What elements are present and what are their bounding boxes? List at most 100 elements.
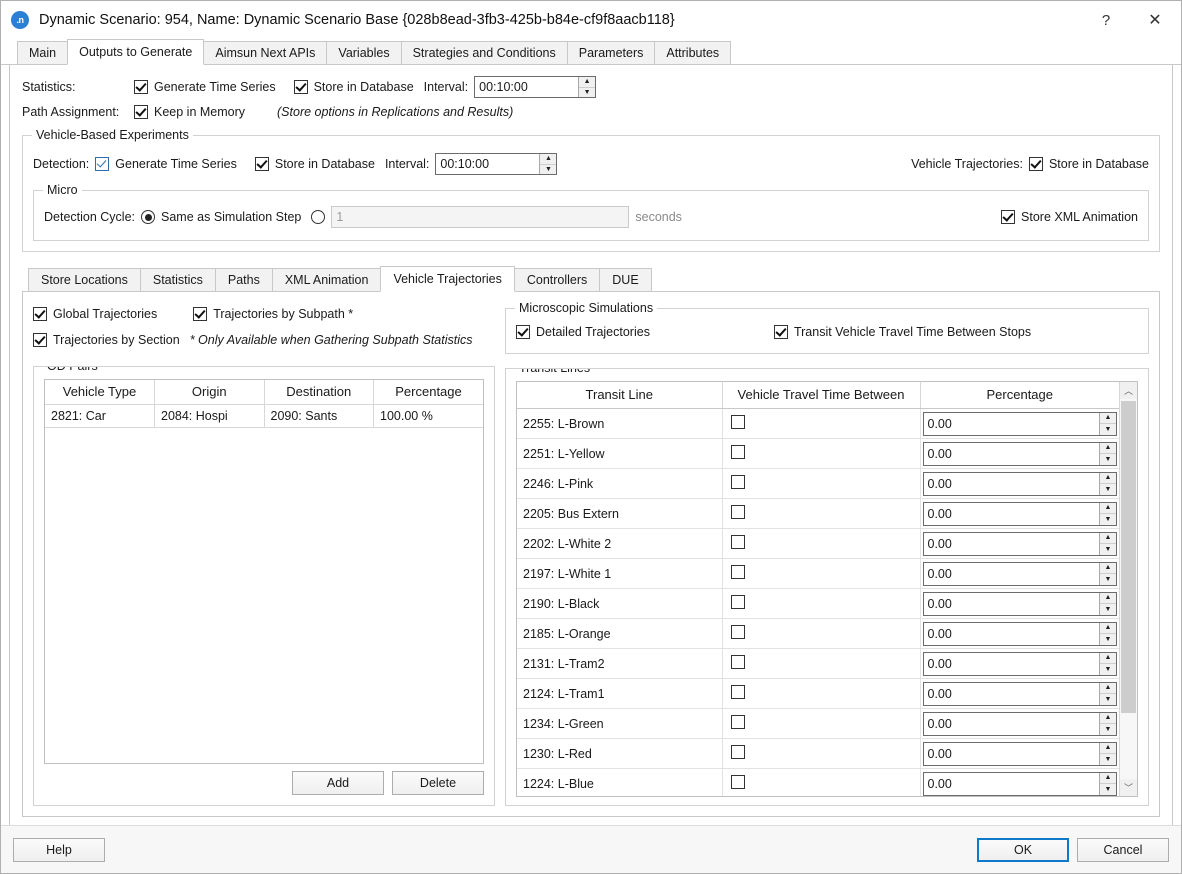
spinner-up-icon[interactable]: ▲ <box>1100 563 1116 575</box>
add-button[interactable]: Add <box>292 771 384 795</box>
detection-store-in-database-checkbox[interactable]: Store in Database <box>255 157 375 171</box>
inner-tab-vehicle-trajectories[interactable]: Vehicle Trajectories <box>380 266 514 292</box>
transit-line-name-cell[interactable]: 2251: L-Yellow <box>517 439 722 469</box>
table-row[interactable]: 1224: L-Blue▲▼ <box>517 769 1119 797</box>
od-pairs-table-container[interactable]: Vehicle Type Origin Destination Percenta… <box>44 379 484 764</box>
transit-line-percentage-input[interactable] <box>924 443 1100 465</box>
od-col-origin[interactable]: Origin <box>155 380 265 405</box>
statistics-store-in-database-checkbox[interactable]: Store in Database <box>294 80 414 94</box>
global-trajectories-checkbox[interactable]: Global Trajectories <box>33 307 157 321</box>
table-row[interactable]: 2202: L-White 2▲▼ <box>517 529 1119 559</box>
help-button[interactable]: Help <box>13 838 105 862</box>
detection-interval-spinner[interactable]: ▲ ▼ <box>435 153 557 175</box>
transit-line-travel-time-checkbox[interactable] <box>731 625 745 639</box>
spinner-up-icon[interactable]: ▲ <box>1100 653 1116 665</box>
transit-line-percentage-spinner[interactable]: ▲▼ <box>923 742 1118 766</box>
spinner-down-icon[interactable]: ▼ <box>1100 514 1116 525</box>
help-icon[interactable]: ? <box>1083 1 1129 39</box>
spinner-down-icon[interactable]: ▼ <box>1100 724 1116 735</box>
tab-strategies-and-conditions[interactable]: Strategies and Conditions <box>401 41 568 65</box>
transit-line-percentage-spinner[interactable]: ▲▼ <box>923 442 1118 466</box>
transit-line-travel-time-cell[interactable] <box>722 409 920 439</box>
transit-line-percentage-cell[interactable]: ▲▼ <box>920 619 1119 649</box>
table-row[interactable]: 2197: L-White 1▲▼ <box>517 559 1119 589</box>
detection-generate-time-series-checkbox[interactable]: Generate Time Series <box>95 157 237 171</box>
custom-cycle-input[interactable] <box>332 207 628 227</box>
transit-line-percentage-input[interactable] <box>924 743 1100 765</box>
transit-line-percentage-cell[interactable]: ▲▼ <box>920 439 1119 469</box>
spinner-arrows[interactable]: ▲▼ <box>1099 503 1116 525</box>
spinner-up-icon[interactable]: ▲ <box>1100 713 1116 725</box>
od-cell-vehicle-type[interactable]: 2821: Car <box>45 405 155 428</box>
statistics-interval-spinner[interactable]: ▲ ▼ <box>474 76 596 98</box>
transit-line-travel-time-checkbox[interactable] <box>731 565 745 579</box>
transit-line-percentage-cell[interactable]: ▲▼ <box>920 529 1119 559</box>
transit-line-percentage-input[interactable] <box>924 593 1100 615</box>
spinner-up-icon[interactable]: ▲ <box>1100 503 1116 515</box>
transit-line-percentage-cell[interactable]: ▲▼ <box>920 769 1119 797</box>
spinner-arrows[interactable]: ▲▼ <box>1099 593 1116 615</box>
transit-line-travel-time-checkbox[interactable] <box>731 745 745 759</box>
transit-col-vehicle-travel-time[interactable]: Vehicle Travel Time Between <box>722 382 920 409</box>
transit-line-percentage-spinner[interactable]: ▲▼ <box>923 652 1118 676</box>
transit-line-percentage-input[interactable] <box>924 683 1100 705</box>
spinner-arrows[interactable]: ▲▼ <box>1099 653 1116 675</box>
inner-tab-statistics[interactable]: Statistics <box>140 268 216 292</box>
transit-line-travel-time-checkbox[interactable] <box>731 505 745 519</box>
spinner-arrows[interactable]: ▲▼ <box>1099 743 1116 765</box>
spinner-arrows[interactable]: ▲ ▼ <box>578 77 595 97</box>
table-row[interactable]: 2205: Bus Extern▲▼ <box>517 499 1119 529</box>
transit-line-travel-time-cell[interactable] <box>722 439 920 469</box>
spinner-arrows[interactable]: ▲▼ <box>1099 533 1116 555</box>
transit-line-percentage-spinner[interactable]: ▲▼ <box>923 712 1118 736</box>
transit-line-percentage-cell[interactable]: ▲▼ <box>920 409 1119 439</box>
inner-tab-xml-animation[interactable]: XML Animation <box>272 268 382 292</box>
tab-aimsun-next-apis[interactable]: Aimsun Next APIs <box>203 41 327 65</box>
spinner-down-icon[interactable]: ▼ <box>540 165 556 175</box>
table-row[interactable]: 2255: L-Brown ▲▼ <box>517 409 1119 439</box>
spinner-up-icon[interactable]: ▲ <box>1100 473 1116 485</box>
transit-line-percentage-input[interactable] <box>924 473 1100 495</box>
spinner-down-icon[interactable]: ▼ <box>1100 484 1116 495</box>
transit-line-percentage-input[interactable] <box>924 563 1100 585</box>
od-cell-percentage[interactable]: 100.00 % <box>374 405 484 428</box>
spinner-up-icon[interactable]: ▲ <box>1100 623 1116 635</box>
trajectories-by-subpath-checkbox[interactable]: Trajectories by Subpath * <box>193 307 353 321</box>
store-xml-animation-checkbox[interactable]: Store XML Animation <box>1001 210 1138 224</box>
transit-vehicle-travel-time-checkbox[interactable]: Transit Vehicle Travel Time Between Stop… <box>774 325 1031 339</box>
scrollbar-track[interactable] <box>1120 399 1137 779</box>
table-row[interactable]: 2821: Car 2084: Hospi 2090: Sants 100.00… <box>45 405 483 428</box>
transit-line-percentage-input[interactable] <box>924 713 1100 735</box>
inner-tab-due[interactable]: DUE <box>599 268 651 292</box>
spinner-arrows[interactable]: ▲▼ <box>1099 413 1116 435</box>
transit-line-percentage-cell[interactable]: ▲▼ <box>920 679 1119 709</box>
spinner-arrows[interactable]: ▲▼ <box>1099 713 1116 735</box>
scroll-up-icon[interactable]: ︿ <box>1120 382 1137 399</box>
transit-line-name-cell[interactable]: 2197: L-White 1 <box>517 559 722 589</box>
spinner-up-icon[interactable]: ▲ <box>1100 743 1116 755</box>
statistics-generate-time-series-checkbox[interactable]: Generate Time Series <box>134 80 276 94</box>
od-col-destination[interactable]: Destination <box>264 380 374 405</box>
transit-line-percentage-spinner[interactable]: ▲▼ <box>923 592 1118 616</box>
transit-line-percentage-spinner[interactable]: ▲▼ <box>923 502 1118 526</box>
cancel-button[interactable]: Cancel <box>1077 838 1169 862</box>
transit-line-travel-time-cell[interactable] <box>722 529 920 559</box>
spinner-up-icon[interactable]: ▲ <box>1100 533 1116 545</box>
transit-line-travel-time-checkbox[interactable] <box>731 775 745 789</box>
keep-in-memory-checkbox[interactable]: Keep in Memory <box>134 105 245 119</box>
transit-col-transit-line[interactable]: Transit Line <box>517 382 722 409</box>
close-icon[interactable]: ✕ <box>1129 1 1181 39</box>
delete-button[interactable]: Delete <box>392 771 484 795</box>
radio-same-as-simulation-step[interactable]: Same as Simulation Step <box>141 210 301 224</box>
transit-line-travel-time-cell[interactable] <box>722 619 920 649</box>
transit-line-travel-time-checkbox[interactable] <box>731 595 745 609</box>
transit-line-percentage-input[interactable] <box>924 623 1100 645</box>
transit-line-name-cell[interactable]: 2255: L-Brown <box>517 409 722 439</box>
scrollbar-thumb[interactable] <box>1121 401 1136 713</box>
transit-line-percentage-cell[interactable]: ▲▼ <box>920 469 1119 499</box>
ok-button[interactable]: OK <box>977 838 1069 862</box>
transit-line-travel-time-cell[interactable] <box>722 469 920 499</box>
transit-line-name-cell[interactable]: 2185: L-Orange <box>517 619 722 649</box>
transit-line-percentage-input[interactable] <box>924 773 1100 795</box>
spinner-down-icon[interactable]: ▼ <box>579 88 595 98</box>
